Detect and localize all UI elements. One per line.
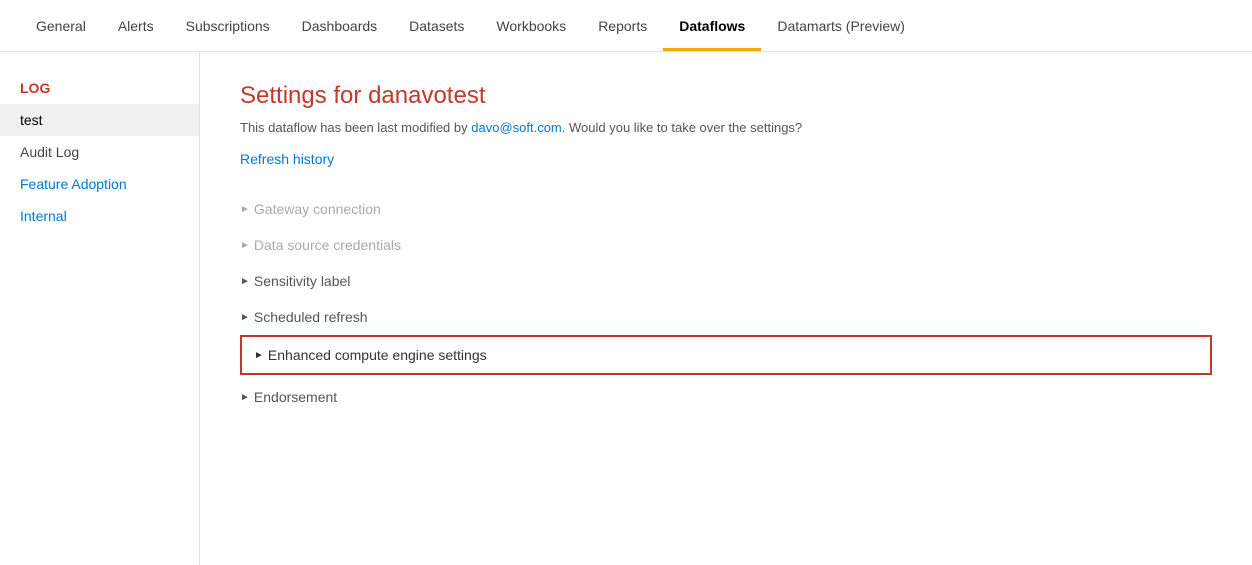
tab-general[interactable]: General <box>20 0 102 51</box>
tab-alerts[interactable]: Alerts <box>102 0 170 51</box>
section-sensitivity-label[interactable]: ► Sensitivity label <box>240 263 1212 299</box>
title-name: danavotest <box>368 82 485 109</box>
section-label: Data source credentials <box>254 237 401 253</box>
arrow-icon: ► <box>240 312 250 323</box>
section-endorsement[interactable]: ► Endorsement <box>240 379 1212 415</box>
sidebar-item-feature-adoption[interactable]: Feature Adoption <box>0 168 199 200</box>
section-gateway-connection[interactable]: ► Gateway connection <box>240 191 1212 227</box>
tab-workbooks[interactable]: Workbooks <box>480 0 582 51</box>
subtitle-email-link[interactable]: davo@soft.com <box>471 120 562 135</box>
subtitle-suffix: . Would you like to take over the settin… <box>562 120 802 135</box>
refresh-history-link[interactable]: Refresh history <box>240 151 334 167</box>
section-scheduled-refresh[interactable]: ► Scheduled refresh <box>240 299 1212 335</box>
tab-dashboards[interactable]: Dashboards <box>286 0 394 51</box>
arrow-icon: ► <box>240 240 250 251</box>
sidebar-item-audit-log[interactable]: Audit Log <box>0 136 199 168</box>
sidebar-item-internal[interactable]: Internal <box>0 200 199 232</box>
arrow-icon: ► <box>240 276 250 287</box>
section-data-source-credentials[interactable]: ► Data source credentials <box>240 227 1212 263</box>
sidebar-item-test[interactable]: test <box>0 104 199 136</box>
subtitle-text: This dataflow has been last modified by <box>240 120 471 135</box>
top-navigation: General Alerts Subscriptions Dashboards … <box>0 0 1252 52</box>
subtitle: This dataflow has been last modified by … <box>240 120 1212 135</box>
tab-datamarts[interactable]: Datamarts (Preview) <box>761 0 921 51</box>
arrow-icon: ► <box>240 392 250 403</box>
sidebar-item-log[interactable]: LOG <box>0 72 199 104</box>
tab-datasets[interactable]: Datasets <box>393 0 480 51</box>
sidebar: LOG test Audit Log Feature Adoption Inte… <box>0 52 200 565</box>
section-enhanced-compute[interactable]: ► Enhanced compute engine settings <box>240 335 1212 375</box>
section-label: Sensitivity label <box>254 273 351 289</box>
arrow-icon: ► <box>254 350 264 361</box>
section-label: Gateway connection <box>254 201 381 217</box>
tab-subscriptions[interactable]: Subscriptions <box>170 0 286 51</box>
page-title: Settings for danavotest <box>240 82 1212 110</box>
title-prefix: Settings for <box>240 82 368 109</box>
section-label: Endorsement <box>254 389 337 405</box>
main-layout: LOG test Audit Log Feature Adoption Inte… <box>0 52 1252 565</box>
tab-reports[interactable]: Reports <box>582 0 663 51</box>
content-area: Settings for danavotest This dataflow ha… <box>200 52 1252 565</box>
tab-dataflows[interactable]: Dataflows <box>663 0 761 51</box>
section-label: Enhanced compute engine settings <box>268 347 487 363</box>
section-label: Scheduled refresh <box>254 309 368 325</box>
arrow-icon: ► <box>240 204 250 215</box>
